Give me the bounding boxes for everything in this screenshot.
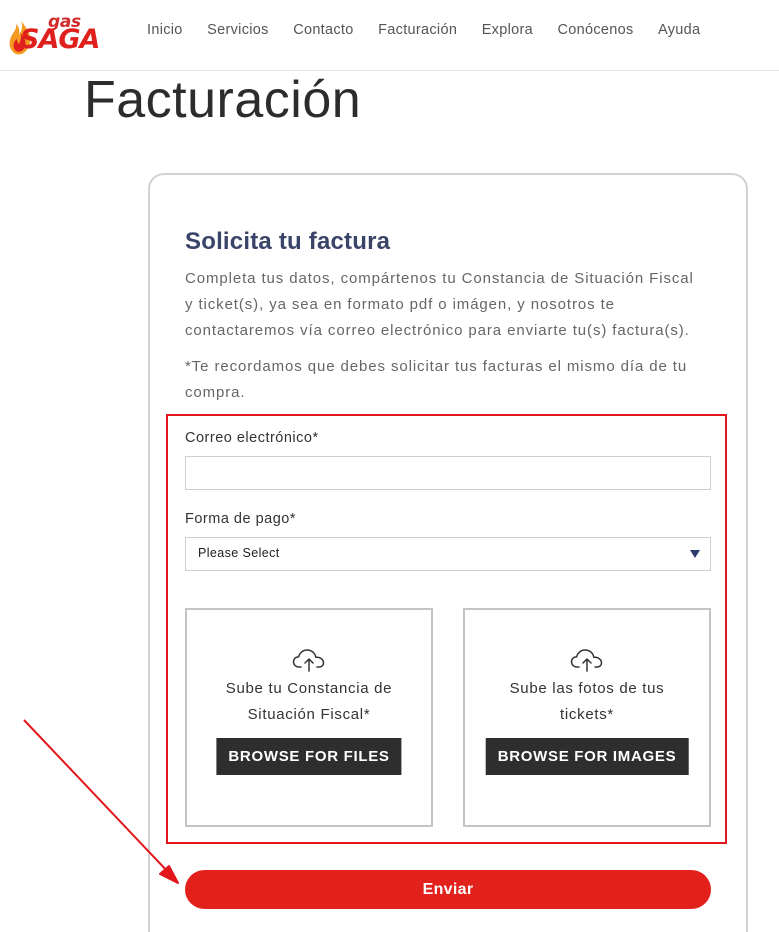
nav-item-explora[interactable]: Explora <box>482 22 533 38</box>
form-note: *Te recordamos que debes solicitar tus f… <box>185 354 725 406</box>
nav-item-ayuda[interactable]: Ayuda <box>658 22 700 38</box>
form-description-line: contactaremos vía correo electrónico par… <box>185 322 690 339</box>
payment-method-label: Forma de pago* <box>185 511 296 527</box>
page-title: Facturación <box>84 71 362 129</box>
nav-item-conocenos[interactable]: Conócenos <box>557 22 633 38</box>
form-description-line: Completa tus datos, compártenos tu Const… <box>185 270 694 287</box>
form-title: Solicita tu factura <box>185 228 391 255</box>
nav-item-facturacion[interactable]: Facturación <box>378 22 457 38</box>
upload-text-line: Sube tu Constancia de <box>225 680 393 697</box>
form-note-line: compra. <box>185 384 246 401</box>
cloud-upload-icon <box>570 649 603 672</box>
form-description: Completa tus datos, compártenos tu Const… <box>185 266 725 344</box>
payment-method-selected: Please Select <box>198 546 280 560</box>
browse-files-button[interactable]: BROWSE FOR FILES <box>216 738 402 775</box>
nav-item-inicio[interactable]: Inicio <box>147 22 183 38</box>
payment-method-select[interactable]: Please Select <box>185 537 711 571</box>
site-header: gas SAGA Inicio Servicios Contacto Factu… <box>0 0 779 71</box>
nav-item-contacto[interactable]: Contacto <box>293 22 353 38</box>
nav-item-servicios[interactable]: Servicios <box>207 22 269 38</box>
upload-text-line: Sube las fotos de tus <box>509 680 665 697</box>
upload-tickets-text: Sube las fotos de tus tickets* <box>475 676 699 728</box>
upload-constancia-dropzone[interactable]: Sube tu Constancia de Situación Fiscal* … <box>185 608 433 827</box>
submit-button[interactable]: Enviar <box>185 870 711 909</box>
upload-tickets-dropzone[interactable]: Sube las fotos de tus tickets* BROWSE FO… <box>463 608 711 827</box>
form-description-line: y ticket(s), ya sea en formato pdf o imá… <box>185 296 615 313</box>
caret-down-icon <box>690 550 700 558</box>
email-field[interactable] <box>185 456 711 490</box>
browse-images-button[interactable]: BROWSE FOR IMAGES <box>485 738 689 775</box>
upload-text-line: tickets* <box>560 706 614 723</box>
email-label: Correo electrónico* <box>185 430 319 446</box>
form-note-line: *Te recordamos que debes solicitar tus f… <box>185 358 688 375</box>
upload-text-line: Situación Fiscal* <box>247 706 371 723</box>
upload-constancia-text: Sube tu Constancia de Situación Fiscal* <box>197 676 421 728</box>
gas-saga-logo[interactable]: gas SAGA <box>6 10 106 58</box>
logo-saga-text: SAGA <box>20 24 100 55</box>
main-nav: Inicio Servicios Contacto Facturación Ex… <box>147 22 725 38</box>
cloud-upload-icon <box>292 649 325 672</box>
